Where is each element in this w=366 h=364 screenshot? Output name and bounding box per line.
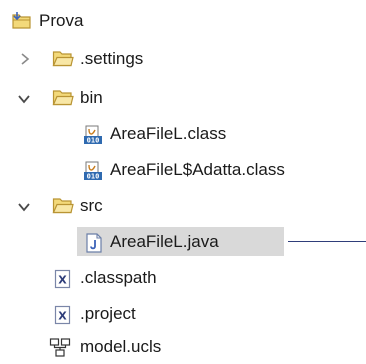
tree-item-label: Prova — [39, 11, 84, 30]
tree-item-label: AreaFileL$Adatta.class — [110, 160, 285, 179]
project-folder-icon — [11, 10, 31, 30]
tree-item-label: bin — [80, 88, 103, 107]
folder-icon — [52, 49, 74, 69]
class-file-icon: 010 — [83, 124, 103, 145]
tree-item-model-ucls[interactable]: model.ucls — [0, 332, 200, 362]
chevron-right-icon[interactable] — [17, 51, 33, 67]
tree-item-settings[interactable]: .settings — [0, 44, 180, 74]
tree-item-project[interactable]: X .project — [0, 299, 180, 329]
tree-item-label: model.ucls — [80, 337, 162, 356]
tree-item-label: AreaFileL.class — [110, 124, 227, 143]
xml-file-icon: X — [53, 268, 73, 289]
xml-file-icon: X — [53, 304, 73, 325]
tree-item-classpath[interactable]: X .classpath — [0, 263, 180, 293]
folder-icon — [52, 196, 74, 216]
tree-item-label: AreaFileL.java — [110, 232, 219, 251]
class-diagram-icon — [49, 337, 71, 357]
class-file-icon: 010 — [83, 160, 103, 181]
java-file-icon — [84, 232, 104, 253]
svg-text:010: 010 — [87, 137, 100, 145]
svg-text:X: X — [58, 274, 67, 287]
tree-item-areafilel-class[interactable]: 010 AreaFileL.class — [0, 119, 300, 149]
tree-item-prova[interactable]: Prova — [0, 6, 120, 36]
tree-item-areafilel-java[interactable]: AreaFileL.java — [0, 227, 290, 257]
tree-item-label: .settings — [80, 49, 144, 68]
chevron-down-icon[interactable] — [16, 199, 32, 215]
tree-item-src[interactable]: src — [0, 191, 120, 221]
package-explorer-tree: Prova .settings bin 010 AreaFileL.class … — [0, 0, 366, 363]
tree-item-label: src — [80, 196, 103, 215]
chevron-down-icon[interactable] — [16, 91, 32, 107]
tree-item-label: .project — [80, 304, 136, 323]
tree-item-areafilel-adatta-class[interactable]: 010 AreaFileL$Adatta.class — [0, 155, 366, 185]
callout-line — [288, 241, 366, 242]
svg-text:010: 010 — [87, 173, 100, 181]
tree-item-bin[interactable]: bin — [0, 83, 120, 113]
tree-item-label: .classpath — [80, 268, 157, 287]
folder-icon — [52, 88, 74, 108]
svg-text:X: X — [58, 310, 67, 323]
